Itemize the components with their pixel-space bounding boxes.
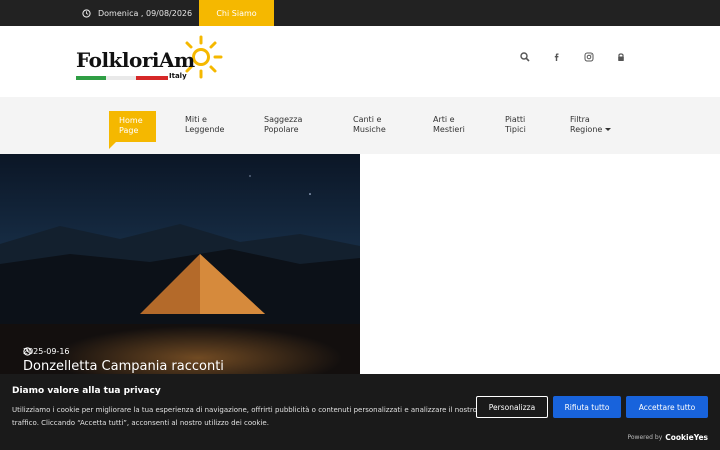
article-date: 2025-09-16 <box>23 347 70 356</box>
site-logo[interactable]: FolkloriAm Italy <box>74 34 226 90</box>
nav-home-page[interactable]: Home Page <box>109 111 156 149</box>
nav-label: Piatti Tipici <box>505 115 526 134</box>
nav-piatti-tipici[interactable]: Piatti Tipici <box>505 115 529 135</box>
site-header: FolkloriAm Italy <box>0 26 720 97</box>
cookieyes-logo: CookieYes <box>665 433 708 442</box>
chevron-down-icon <box>605 128 612 131</box>
nav-label: Miti e Leggende <box>185 115 225 134</box>
article-title[interactable]: Donzelletta Campania racconti <box>23 359 224 374</box>
facebook-icon[interactable] <box>552 52 562 62</box>
top-bar: Domenica , 09/08/2026 Chi Siamo <box>0 0 720 34</box>
nav-label: Arti e Mestieri <box>433 115 465 134</box>
hero-image <box>0 154 360 374</box>
nav-label: Filtra Regione <box>570 115 603 134</box>
flag-red <box>136 76 168 80</box>
current-date: Domenica , 09/08/2026 <box>82 0 192 26</box>
date-text: Domenica , 09/08/2026 <box>98 8 193 18</box>
clock-icon <box>23 347 32 356</box>
header-icons <box>520 52 626 62</box>
nav-miti-e-leggende[interactable]: Miti e Leggende <box>185 115 225 135</box>
nav-arti-e-mestieri[interactable]: Arti e Mestieri <box>433 115 467 135</box>
customize-button[interactable]: Personalizza <box>476 396 548 418</box>
powered-by[interactable]: Powered by CookieYes <box>627 433 708 442</box>
cookie-description: Utilizziamo i cookie per migliorare la t… <box>12 406 477 427</box>
powered-by-label: Powered by <box>627 434 663 441</box>
nav-label: Home Page <box>119 116 143 135</box>
nav-saggezza-popolare[interactable]: Saggezza Popolare <box>264 115 306 135</box>
logo-subtitle: Italy <box>169 72 187 80</box>
main-nav: Home Page Miti e Leggende Saggezza Popol… <box>0 97 720 154</box>
lock-icon[interactable] <box>616 52 626 62</box>
clock-icon <box>82 8 91 18</box>
flag-green <box>76 76 106 80</box>
flag-white <box>106 76 136 80</box>
logo-text: FolkloriAm <box>76 48 195 72</box>
cookie-banner: Diamo valore alla tua privacy Utilizziam… <box>0 374 720 450</box>
nav-label: Canti e Musiche <box>353 115 386 134</box>
hero-article[interactable]: 2025-09-16 Donzelletta Campania racconti <box>0 154 360 374</box>
cookie-title: Diamo valore alla tua privacy <box>12 386 161 396</box>
nav-label: Saggezza Popolare <box>264 115 303 134</box>
reject-all-button[interactable]: Rifiuta tutto <box>553 396 621 418</box>
accept-all-button[interactable]: Accettare tutto <box>626 396 708 418</box>
nav-filtra-regione[interactable]: Filtra Regione <box>570 115 612 135</box>
instagram-icon[interactable] <box>584 52 594 62</box>
chi-siamo-link[interactable]: Chi Siamo <box>199 0 274 34</box>
nav-canti-e-musiche[interactable]: Canti e Musiche <box>353 115 391 135</box>
search-icon[interactable] <box>520 52 530 62</box>
